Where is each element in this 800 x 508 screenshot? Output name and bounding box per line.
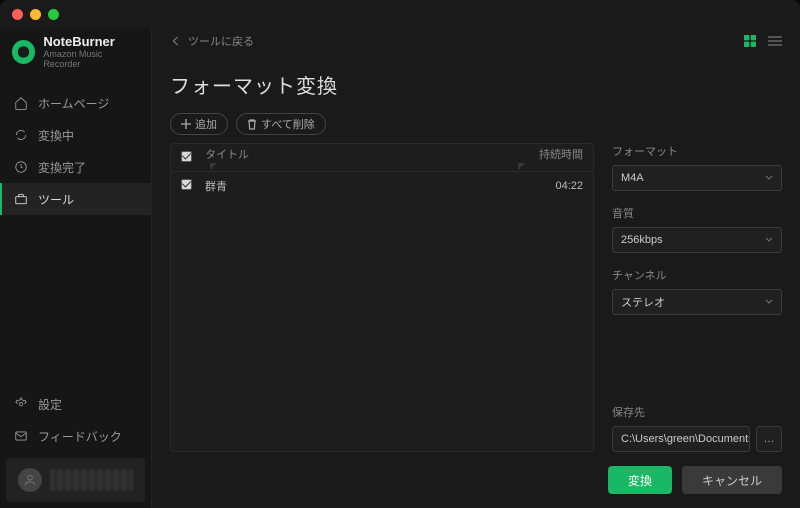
app-window: NoteBurner Amazon Music Recorder ホームページ … bbox=[0, 0, 800, 508]
select-all-checkbox[interactable] bbox=[181, 151, 192, 162]
field-quality: 音質 256kbps bbox=[612, 205, 782, 253]
arrow-left-icon bbox=[170, 35, 182, 47]
sidebar-item-label: 変換中 bbox=[38, 127, 74, 144]
refresh-icon bbox=[14, 128, 28, 142]
cancel-button[interactable]: キャンセル bbox=[682, 466, 782, 494]
sidebar-item-converting[interactable]: 変換中 bbox=[0, 119, 151, 151]
page-title: フォーマット変換 bbox=[170, 70, 782, 99]
plus-icon bbox=[181, 119, 191, 129]
sidebar-item-feedback[interactable]: フィードバック bbox=[0, 420, 151, 452]
sidebar-item-settings[interactable]: 設定 bbox=[0, 388, 151, 420]
select-channel[interactable]: ステレオ bbox=[612, 289, 782, 315]
sidebar-nav: ホームページ 変換中 変換完了 ツール bbox=[0, 87, 151, 215]
main-area: ツールに戻る フォーマット変換 追加 すべて削除 bbox=[152, 28, 800, 508]
ellipsis-icon: … bbox=[764, 433, 775, 445]
label-channel: チャンネル bbox=[612, 267, 782, 283]
convert-button[interactable]: 変換 bbox=[608, 466, 672, 494]
clock-icon bbox=[14, 160, 28, 174]
table-row[interactable]: 群青 04:22 bbox=[171, 172, 593, 200]
clear-all-button[interactable]: すべて削除 bbox=[236, 113, 326, 135]
select-format[interactable]: M4A bbox=[612, 165, 782, 191]
field-format: フォーマット M4A bbox=[612, 143, 782, 191]
select-quality[interactable]: 256kbps bbox=[612, 227, 782, 253]
label-destination: 保存先 bbox=[612, 404, 782, 420]
back-label: ツールに戻る bbox=[188, 33, 254, 49]
hamburger-icon[interactable] bbox=[768, 36, 782, 46]
sidebar-item-home[interactable]: ホームページ bbox=[0, 87, 151, 119]
header-title[interactable]: タイトル bbox=[205, 146, 503, 170]
track-table: タイトル 持続時間 群青 04:22 bbox=[170, 143, 594, 452]
back-link[interactable]: ツールに戻る bbox=[170, 33, 254, 49]
brand: NoteBurner Amazon Music Recorder bbox=[0, 28, 151, 83]
sidebar-item-label: ツール bbox=[38, 191, 74, 208]
chevron-down-icon bbox=[765, 236, 773, 244]
user-name-redacted bbox=[50, 469, 133, 491]
label-quality: 音質 bbox=[612, 205, 782, 221]
titlebar bbox=[0, 0, 800, 28]
row-title: 群青 bbox=[205, 178, 503, 194]
chevron-down-icon bbox=[765, 174, 773, 182]
destination-path-input[interactable]: C:\Users\green\Documents bbox=[612, 426, 750, 452]
user-account-row[interactable] bbox=[6, 458, 145, 502]
app-subtitle: Amazon Music Recorder bbox=[43, 49, 139, 69]
maximize-window-button[interactable] bbox=[48, 9, 59, 20]
window-controls bbox=[12, 9, 59, 20]
minimize-window-button[interactable] bbox=[30, 9, 41, 20]
toolbox-icon bbox=[14, 192, 28, 206]
grid-view-icon[interactable] bbox=[742, 33, 758, 49]
avatar-icon bbox=[18, 468, 42, 492]
label-format: フォーマット bbox=[612, 143, 782, 159]
add-button[interactable]: 追加 bbox=[170, 113, 228, 135]
sidebar-item-tools[interactable]: ツール bbox=[0, 183, 151, 215]
app-name: NoteBurner bbox=[43, 34, 139, 49]
app-logo-icon bbox=[12, 40, 35, 64]
sidebar-item-label: 変換完了 bbox=[38, 159, 86, 176]
home-icon bbox=[14, 96, 28, 110]
sidebar-nav-bottom: 設定 フィードバック bbox=[0, 388, 151, 508]
field-channel: チャンネル ステレオ bbox=[612, 267, 782, 315]
settings-panel: フォーマット M4A 音質 256kbps bbox=[612, 143, 782, 452]
sort-icon bbox=[209, 162, 217, 170]
browse-button[interactable]: … bbox=[756, 426, 782, 452]
toolbar: 追加 すべて削除 bbox=[170, 113, 782, 135]
row-duration: 04:22 bbox=[513, 180, 583, 192]
sort-icon bbox=[517, 162, 525, 170]
sidebar-item-label: 設定 bbox=[38, 396, 62, 413]
header-duration[interactable]: 持続時間 bbox=[513, 146, 583, 170]
close-window-button[interactable] bbox=[12, 9, 23, 20]
sidebar-item-label: ホームページ bbox=[38, 95, 109, 112]
mail-icon bbox=[14, 429, 28, 443]
field-destination: 保存先 C:\Users\green\Documents … bbox=[612, 404, 782, 452]
sidebar-item-label: フィードバック bbox=[38, 428, 122, 445]
sidebar-item-completed[interactable]: 変換完了 bbox=[0, 151, 151, 183]
table-header: タイトル 持続時間 bbox=[171, 144, 593, 172]
add-label: 追加 bbox=[195, 116, 217, 132]
row-checkbox[interactable] bbox=[181, 179, 192, 190]
sidebar: NoteBurner Amazon Music Recorder ホームページ … bbox=[0, 28, 152, 508]
chevron-down-icon bbox=[765, 298, 773, 306]
trash-icon bbox=[247, 119, 257, 130]
footer: 変換 キャンセル bbox=[170, 466, 782, 494]
clear-label: すべて削除 bbox=[261, 116, 315, 132]
topbar: ツールに戻る bbox=[170, 26, 782, 56]
gear-icon bbox=[14, 397, 28, 411]
